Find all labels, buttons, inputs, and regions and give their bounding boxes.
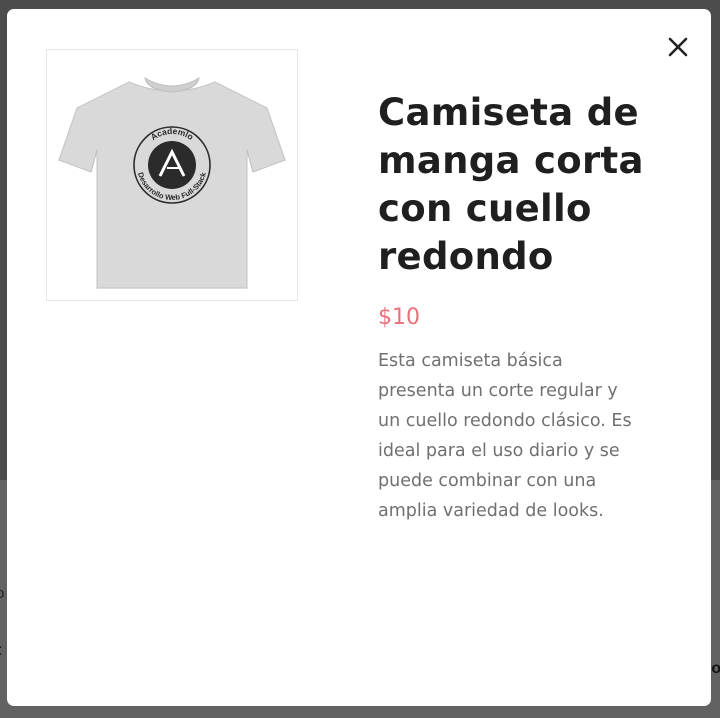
close-icon: [668, 37, 688, 57]
product-title: Camiseta de manga corta con cuello redon…: [378, 91, 644, 278]
product-description: Esta camiseta básica presenta un corte r…: [378, 351, 632, 521]
product-info: Camiseta de manga corta con cuello redon…: [378, 89, 648, 526]
product-image: Academlo Desarrollo Web Full-Stack: [46, 49, 298, 301]
backdrop-text-fragment: t: [0, 642, 1, 660]
tshirt-image: Academlo Desarrollo Web Full-Stack: [58, 77, 286, 289]
product-price: $10: [378, 305, 420, 330]
product-modal: Academlo Desarrollo Web Full-Stack Camis…: [7, 9, 711, 706]
backdrop-text-fragment: o: [0, 585, 5, 602]
close-button[interactable]: [665, 34, 691, 60]
